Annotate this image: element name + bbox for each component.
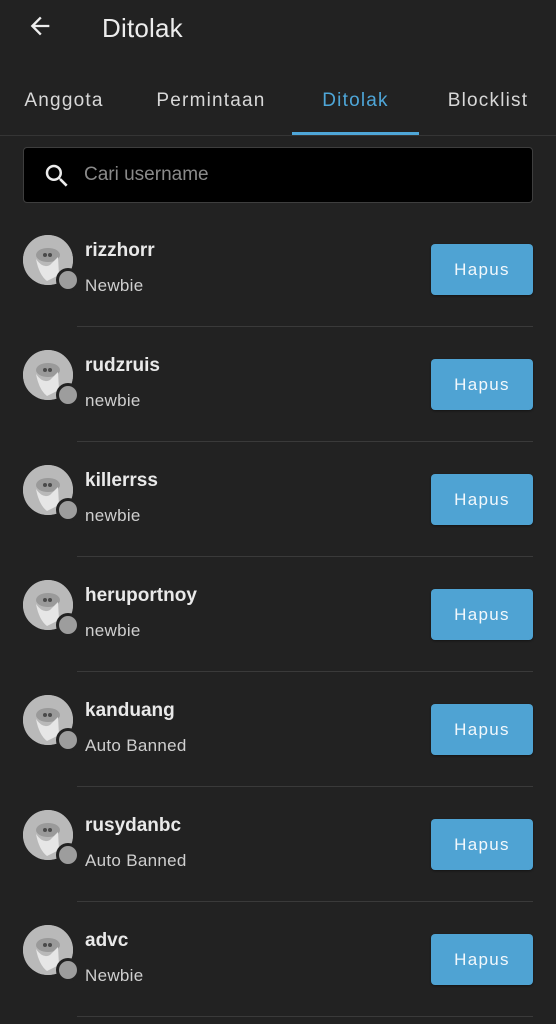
offline-status-dot	[56, 958, 80, 982]
tab-bar: Anggota Permintaan Ditolak Blocklist	[0, 70, 556, 136]
back-button[interactable]	[20, 10, 60, 46]
username[interactable]: rizzhorr	[85, 240, 155, 262]
avatar[interactable]	[23, 580, 80, 637]
user-title: newbie	[85, 621, 141, 640]
user-title: Auto Banned	[85, 851, 187, 870]
username[interactable]: rudzruis	[85, 355, 160, 377]
divider	[77, 1016, 533, 1017]
tab-permintaan[interactable]: Permintaan	[140, 70, 282, 134]
list-item: heruportnoy newbie Hapus	[0, 557, 556, 672]
active-tab-indicator	[292, 132, 419, 135]
member-list: rizzhorr Newbie Hapus rudzruis newbie Ha…	[0, 212, 556, 1017]
search-box[interactable]	[23, 147, 533, 203]
tab-anggota[interactable]: Anggota	[8, 70, 120, 134]
offline-status-dot	[56, 843, 80, 867]
avatar[interactable]	[23, 235, 80, 292]
list-item: kanduang Auto Banned Hapus	[0, 672, 556, 787]
avatar[interactable]	[23, 925, 80, 982]
hapus-button[interactable]: Hapus	[431, 244, 533, 295]
user-title: Newbie	[85, 966, 144, 985]
hapus-button[interactable]: Hapus	[431, 474, 533, 525]
hapus-button[interactable]: Hapus	[431, 819, 533, 870]
avatar[interactable]	[23, 810, 80, 867]
list-item: rusydanbc Auto Banned Hapus	[0, 787, 556, 902]
user-title: newbie	[85, 506, 141, 525]
offline-status-dot	[56, 613, 80, 637]
username[interactable]: rusydanbc	[85, 815, 181, 837]
avatar[interactable]	[23, 350, 80, 407]
hapus-button[interactable]: Hapus	[431, 704, 533, 755]
offline-status-dot	[56, 728, 80, 752]
offline-status-dot	[56, 268, 80, 292]
avatar[interactable]	[23, 465, 80, 522]
user-title: newbie	[85, 391, 141, 410]
user-title: Newbie	[85, 276, 144, 295]
offline-status-dot	[56, 498, 80, 522]
page-title: Ditolak	[102, 13, 183, 43]
tab-blocklist[interactable]: Blocklist	[430, 70, 546, 134]
search-icon	[42, 161, 72, 191]
hapus-button[interactable]: Hapus	[431, 359, 533, 410]
username[interactable]: killerrss	[85, 470, 158, 492]
user-title: Auto Banned	[85, 736, 187, 755]
hapus-button[interactable]: Hapus	[431, 934, 533, 985]
app-bar: Ditolak	[0, 0, 556, 58]
tab-ditolak[interactable]: Ditolak	[292, 70, 419, 134]
hapus-button[interactable]: Hapus	[431, 589, 533, 640]
list-item: killerrss newbie Hapus	[0, 442, 556, 557]
offline-status-dot	[56, 383, 80, 407]
search-input[interactable]	[84, 156, 514, 194]
list-item: rizzhorr Newbie Hapus	[0, 212, 556, 327]
username[interactable]: kanduang	[85, 700, 175, 722]
username[interactable]: advc	[85, 930, 128, 952]
username[interactable]: heruportnoy	[85, 585, 197, 607]
list-item: rudzruis newbie Hapus	[0, 327, 556, 442]
avatar[interactable]	[23, 695, 80, 752]
arrow-left-icon	[26, 12, 54, 45]
list-item: advc Newbie Hapus	[0, 902, 556, 1017]
